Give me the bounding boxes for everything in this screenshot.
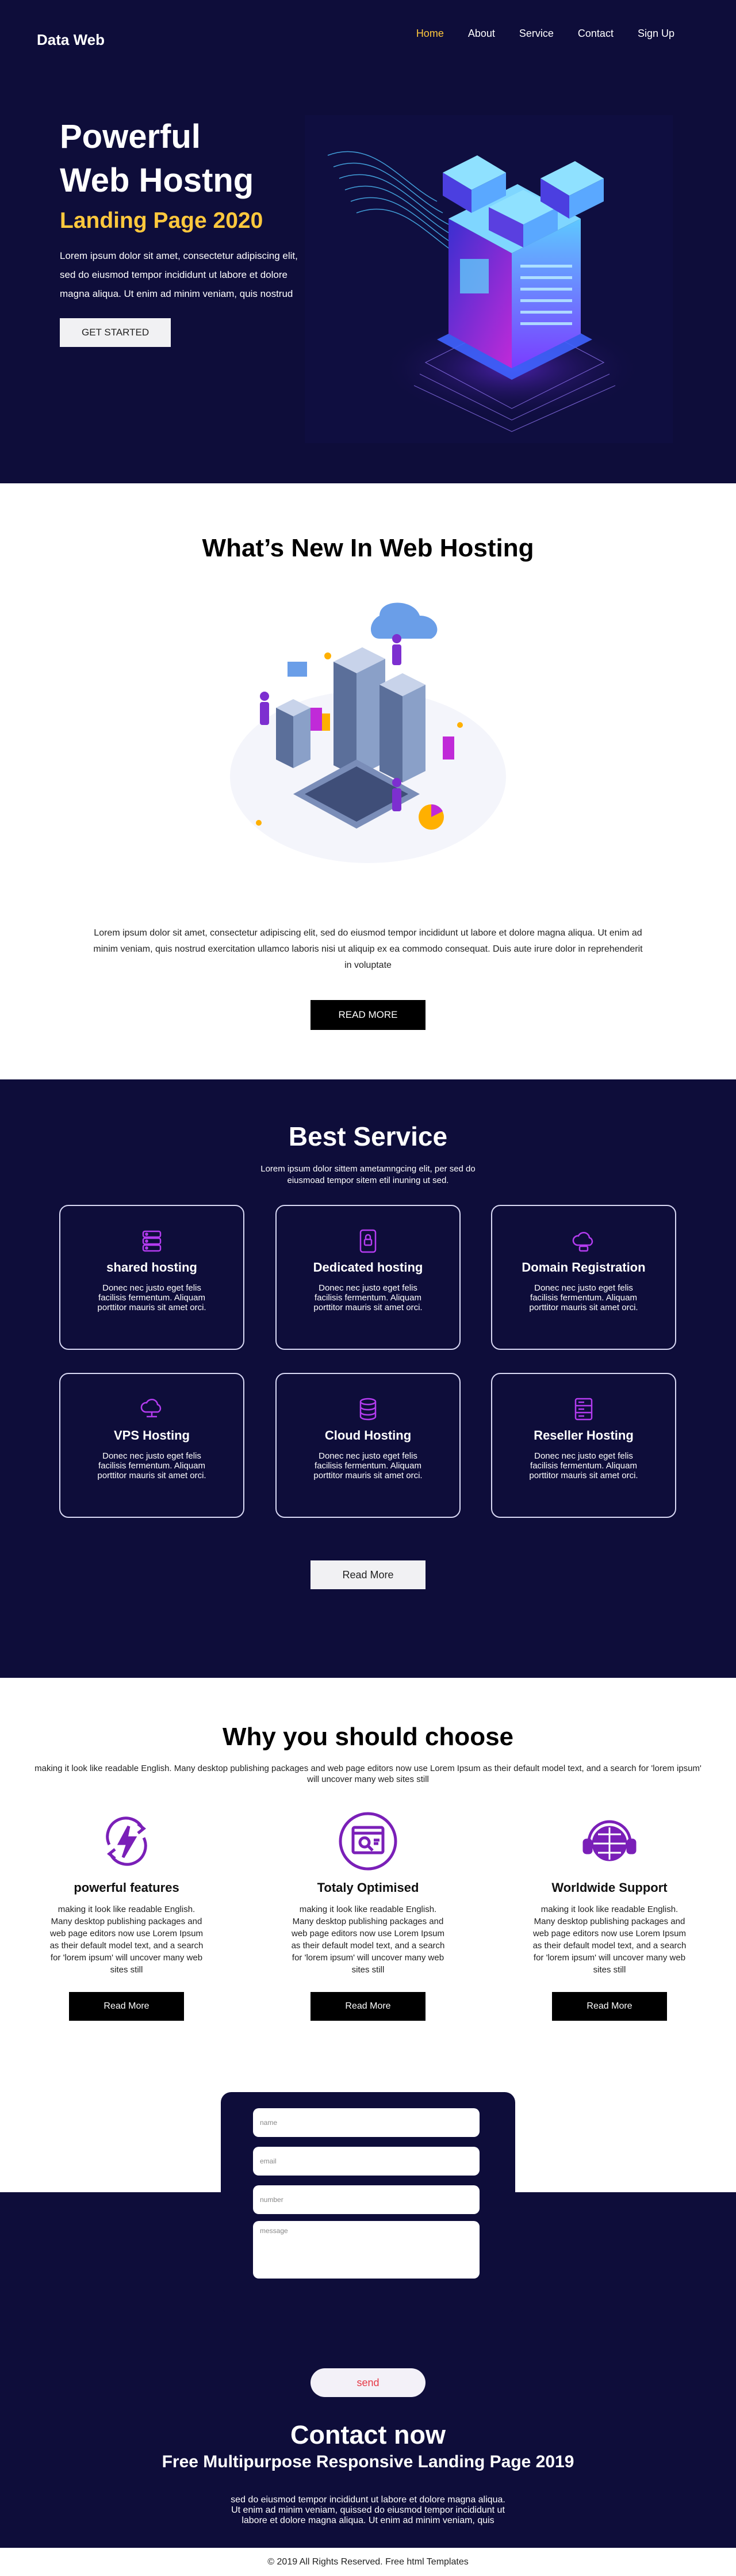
- why-subtitle: making it look like readable English. Ma…: [34, 1764, 702, 1784]
- service-title: Dedicated hosting: [313, 1260, 423, 1274]
- copyright-text: © 2019 All Rights Reserved. Free html Te…: [267, 2557, 469, 2567]
- hosting-illustration: [230, 602, 506, 863]
- server-stack-icon: [142, 1230, 162, 1252]
- brand-logo[interactable]: Data Web: [37, 31, 105, 49]
- whats-new-title: What’s New In Web Hosting: [202, 534, 534, 562]
- nav-home[interactable]: Home: [404, 28, 456, 40]
- hero-title-line1: Powerful: [60, 118, 201, 155]
- nav-about[interactable]: About: [456, 28, 507, 40]
- feature-read-more-button[interactable]: Read More: [310, 1992, 425, 2021]
- contact-form: [221, 2092, 515, 2314]
- contact-title: Contact now: [290, 2420, 446, 2449]
- service-card-domain[interactable]: Domain Registration Donec nec justo eget…: [491, 1205, 676, 1350]
- whats-new-text: Lorem ipsum dolor sit amet, consectetur …: [93, 928, 643, 970]
- feature-title: powerful features: [74, 1880, 179, 1895]
- service-card-dedicated[interactable]: Dedicated hosting Donec nec justo eget f…: [275, 1205, 461, 1350]
- service-desc: Donec nec justo eget felis facilisis fer…: [313, 1451, 423, 1480]
- database-icon: [359, 1398, 377, 1421]
- service-title: shared hosting: [106, 1260, 197, 1274]
- name-input[interactable]: [253, 2108, 480, 2137]
- whats-new-section: What’s New In Web Hosting Lorem ipsum do…: [0, 483, 736, 1079]
- server-rack-icon: [574, 1398, 593, 1421]
- cloud-network-icon: [140, 1399, 162, 1418]
- services-title: Best Service: [288, 1121, 448, 1151]
- number-input[interactable]: [253, 2185, 480, 2214]
- nav-signup[interactable]: Sign Up: [626, 28, 687, 40]
- contact-text: sed do eiusmod tempor incididunt ut labo…: [231, 2495, 505, 2525]
- service-title: Domain Registration: [522, 1260, 646, 1274]
- feature-read-more-button[interactable]: Read More: [69, 1992, 184, 2021]
- service-desc: Donec nec justo eget felis facilisis fer…: [529, 1283, 638, 1312]
- send-button[interactable]: send: [310, 2368, 425, 2397]
- domain-cloud-icon: [572, 1232, 593, 1252]
- feature-worldwide: Worldwide Support making it look like re…: [523, 1810, 696, 2021]
- hero-title-line2: Web Hostng: [60, 162, 254, 199]
- feature-read-more-button[interactable]: Read More: [552, 1992, 667, 2021]
- services-subtitle: Lorem ipsum dolor sittem ametamngcing el…: [260, 1164, 476, 1185]
- feature-desc: making it look like readable English. Ma…: [49, 1905, 204, 1975]
- server-illustration: [305, 115, 673, 443]
- server-lock-icon: [359, 1229, 377, 1253]
- contact-section: send Contact now Free Multipurpose Respo…: [0, 2046, 736, 2548]
- service-card-reseller[interactable]: Reseller Hosting Donec nec justo eget fe…: [491, 1373, 676, 1518]
- globe-headset-icon: [582, 1820, 637, 1861]
- nav-menu: Home About Service Contact Sign Up: [404, 28, 687, 40]
- hero-text: Lorem ipsum dolor sit amet, consectetur …: [60, 250, 298, 299]
- footer: © 2019 All Rights Reserved. Free html Te…: [0, 2548, 736, 2576]
- feature-powerful: powerful features making it look like re…: [40, 1810, 213, 2021]
- feature-title: Totaly Optimised: [317, 1880, 419, 1895]
- why-choose-section: Why you should choose making it look lik…: [0, 1678, 736, 2046]
- feature-title: Worldwide Support: [551, 1880, 668, 1895]
- nav-service[interactable]: Service: [507, 28, 566, 40]
- hero-section: Data Web Home About Service Contact Sign…: [0, 0, 736, 483]
- message-input[interactable]: [253, 2221, 480, 2279]
- get-started-button[interactable]: GET STARTED: [60, 318, 171, 347]
- service-card-vps[interactable]: VPS Hosting Donec nec justo eget felis f…: [59, 1373, 244, 1518]
- why-title: Why you should choose: [222, 1723, 514, 1751]
- read-more-button[interactable]: READ MORE: [310, 1000, 425, 1030]
- service-title: Reseller Hosting: [534, 1428, 634, 1442]
- services-read-more-button[interactable]: Read More: [310, 1560, 425, 1589]
- browser-search-icon: [339, 1812, 397, 1871]
- service-card-shared[interactable]: shared hosting Donec nec justo eget feli…: [59, 1205, 244, 1350]
- service-desc: Donec nec justo eget felis facilisis fer…: [529, 1451, 638, 1480]
- top-nav: Data Web Home About Service Contact Sign…: [0, 0, 736, 69]
- service-card-cloud[interactable]: Cloud Hosting Donec nec justo eget felis…: [275, 1373, 461, 1518]
- service-desc: Donec nec justo eget felis facilisis fer…: [97, 1283, 206, 1312]
- service-desc: Donec nec justo eget felis facilisis fer…: [97, 1451, 206, 1480]
- lightning-cycle-icon: [106, 1816, 147, 1866]
- hero-content: Powerful Web Hostng Landing Page 2020 Lo…: [60, 115, 313, 347]
- services-section: Best Service Lorem ipsum dolor sittem am…: [0, 1079, 736, 1678]
- contact-subtitle: Free Multipurpose Responsive Landing Pag…: [162, 2452, 574, 2471]
- feature-optimised: Totaly Optimised making it look like rea…: [282, 1810, 454, 2021]
- feature-desc: making it look like readable English. Ma…: [291, 1905, 445, 1975]
- service-title: Cloud Hosting: [324, 1428, 412, 1442]
- email-input[interactable]: [253, 2147, 480, 2176]
- feature-desc: making it look like readable English. Ma…: [532, 1905, 687, 1975]
- nav-contact[interactable]: Contact: [566, 28, 626, 40]
- service-desc: Donec nec justo eget felis facilisis fer…: [313, 1283, 423, 1312]
- service-title: VPS Hosting: [113, 1428, 190, 1442]
- hero-subtitle: Landing Page 2020: [60, 208, 263, 233]
